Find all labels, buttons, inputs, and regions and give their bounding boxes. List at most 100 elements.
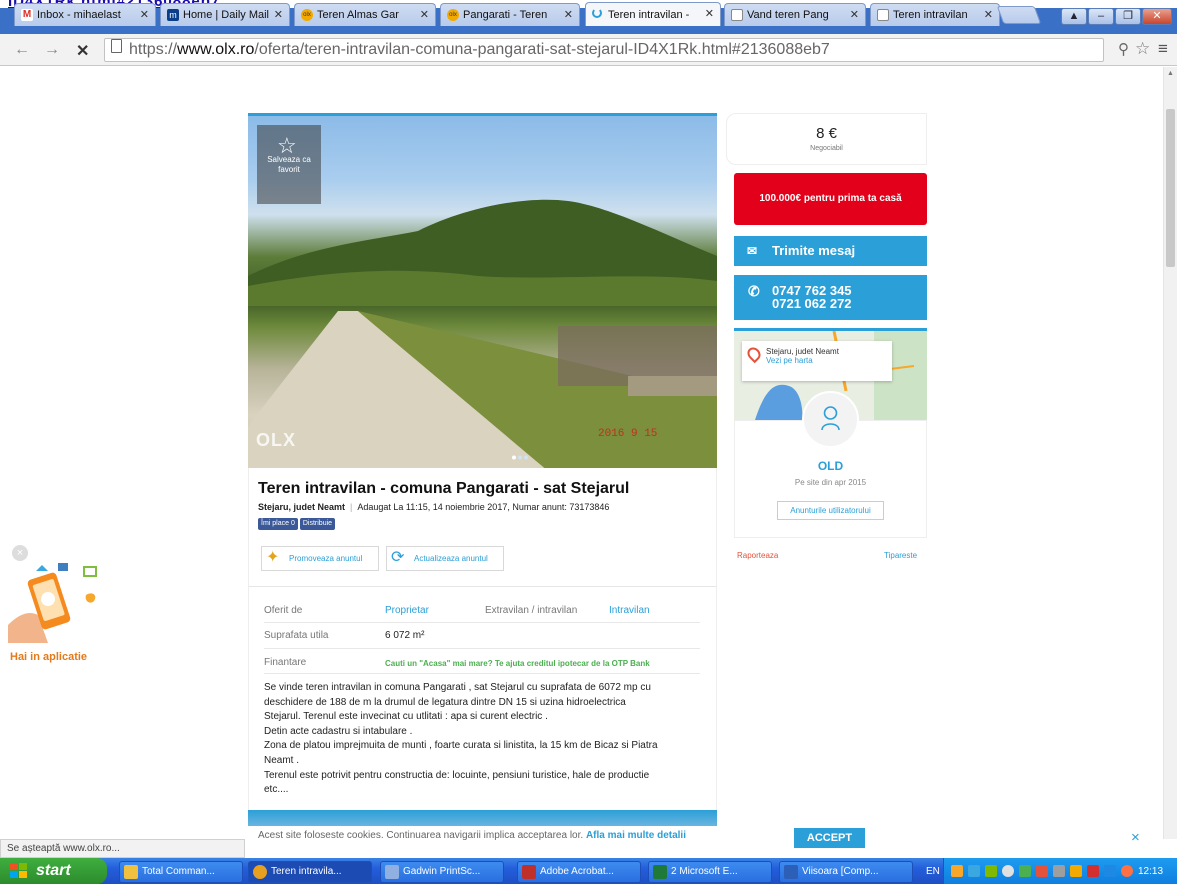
close-tab-icon[interactable]: ✕ bbox=[984, 8, 993, 21]
app-promo-label[interactable]: Hai in aplicatie bbox=[10, 651, 87, 663]
avatar[interactable] bbox=[802, 391, 859, 448]
zone-label: Extravilan / intravilan bbox=[485, 605, 578, 616]
close-tab-icon[interactable]: ✕ bbox=[705, 7, 714, 20]
tab-olx-pangarati[interactable]: olx Pangarati - Teren ✕ bbox=[440, 3, 580, 26]
tab-teren-intravilan-2[interactable]: Teren intravilan ✕ bbox=[870, 3, 1000, 26]
zone-value[interactable]: Intravilan bbox=[609, 605, 650, 616]
user-icon[interactable]: ▲ bbox=[1061, 8, 1087, 25]
mortgage-banner[interactable]: 100.000€ pentru prima ta casă bbox=[734, 173, 927, 225]
finance-link[interactable]: Cauti un "Acasa" mai mare? Te ajuta cred… bbox=[385, 659, 650, 668]
tray-icon[interactable] bbox=[968, 865, 980, 877]
cookie-text: Acest site foloseste cookies. Continuare… bbox=[258, 830, 686, 841]
tray-icon[interactable] bbox=[1121, 865, 1133, 877]
description-line: etc.... bbox=[264, 784, 289, 796]
close-tab-icon[interactable]: ✕ bbox=[564, 8, 573, 21]
save-favorite-button[interactable]: ☆ Salveaza ca favorit bbox=[257, 125, 321, 204]
cookie-details-link[interactable]: Afla mai multe detalii bbox=[586, 830, 686, 841]
photo-date-stamp: 2016 9 15 bbox=[598, 428, 658, 440]
start-button[interactable]: start bbox=[0, 858, 107, 884]
menu-icon[interactable]: ≡ bbox=[1158, 39, 1168, 59]
print-link[interactable]: Tipareste bbox=[884, 551, 917, 560]
tab-teren-intravilan-active[interactable]: Teren intravilan - ✕ bbox=[585, 2, 721, 26]
tab-label: Pangarati - Teren bbox=[463, 9, 548, 21]
zoom-icon[interactable]: ⚲ bbox=[1118, 40, 1129, 58]
scrollbar-thumb[interactable] bbox=[1166, 109, 1175, 267]
gmail-icon: M bbox=[21, 9, 33, 21]
scroll-up-icon[interactable]: ▲ bbox=[1167, 70, 1174, 77]
view-on-map-link[interactable]: Vezi pe harta bbox=[766, 356, 892, 365]
update-label: Actualizeaza anuntul bbox=[414, 554, 488, 563]
language-indicator[interactable]: EN bbox=[926, 862, 940, 882]
taskbar-total-commander[interactable]: Total Comman... bbox=[119, 861, 243, 883]
tray-icon[interactable] bbox=[1070, 865, 1082, 877]
cookie-accept-button[interactable]: ACCEPT bbox=[794, 828, 865, 848]
tray-icon[interactable] bbox=[1104, 865, 1116, 877]
maximize-button[interactable]: ❐ bbox=[1115, 8, 1141, 25]
tray-icon[interactable] bbox=[985, 865, 997, 877]
page-icon bbox=[111, 39, 122, 53]
taskbar-gadwin[interactable]: Gadwin PrintSc... bbox=[380, 861, 504, 883]
user-ads-button[interactable]: Anunturile utilizatorului bbox=[777, 501, 884, 520]
bookmark-star-icon[interactable]: ☆ bbox=[1135, 39, 1150, 59]
minimize-button[interactable]: – bbox=[1088, 8, 1114, 25]
tray-icon[interactable] bbox=[1053, 865, 1065, 877]
back-icon[interactable]: ← bbox=[14, 41, 30, 59]
photo-dots-icon[interactable] bbox=[511, 455, 529, 460]
app-promo-illustration[interactable] bbox=[8, 555, 104, 643]
close-tab-icon[interactable]: ✕ bbox=[850, 8, 859, 21]
close-icon[interactable]: × bbox=[1131, 829, 1140, 846]
url-domain: www.olx.ro bbox=[177, 41, 255, 58]
tab-label: Teren intravilan - bbox=[608, 8, 690, 21]
area-label: Suprafata utila bbox=[264, 630, 329, 641]
windows-logo-icon bbox=[10, 863, 27, 878]
stop-icon[interactable]: ✕ bbox=[76, 41, 89, 61]
facebook-like-button[interactable]: Îmi place 0 bbox=[258, 518, 298, 530]
taskbar-chrome[interactable]: Teren intravila... bbox=[248, 861, 372, 883]
browser-toolbar: ← → ✕ https://www.olx.ro/oferta/teren-in… bbox=[0, 34, 1177, 66]
taskbar-word[interactable]: Viisoara [Comp... bbox=[779, 861, 913, 883]
promote-ad-button[interactable]: ✦ Promoveaza anuntul bbox=[261, 546, 379, 571]
description-line: deschidere de 188 de m la drumul de lega… bbox=[264, 696, 626, 708]
taskbar-acrobat[interactable]: Adobe Acrobat... bbox=[517, 861, 641, 883]
phone-number-2: 0721 062 272 bbox=[772, 296, 852, 311]
divider bbox=[264, 648, 700, 649]
address-bar[interactable]: https://www.olx.ro/oferta/teren-intravil… bbox=[104, 38, 1104, 62]
tab-gmail[interactable]: M Inbox - mihaelast ✕ bbox=[14, 3, 156, 26]
kite-icon: ✦ bbox=[266, 549, 280, 566]
excel-icon bbox=[653, 865, 667, 879]
page-icon bbox=[731, 9, 743, 21]
close-tab-icon[interactable]: ✕ bbox=[274, 8, 283, 21]
finance-label: Finantare bbox=[264, 657, 307, 668]
olx-watermark: OLX bbox=[256, 430, 297, 450]
seller-name[interactable]: OLD bbox=[734, 459, 927, 473]
close-tab-icon[interactable]: ✕ bbox=[420, 8, 429, 21]
url-scheme: https:// bbox=[129, 41, 178, 58]
social-buttons: Îmi place 0 Distribuie bbox=[258, 518, 337, 536]
phone-button[interactable]: ✆ 0747 762 345 0721 062 272 bbox=[734, 275, 927, 320]
tray-icon[interactable] bbox=[951, 865, 963, 877]
taskbar-excel[interactable]: 2 Microsoft E... bbox=[648, 861, 772, 883]
tab-olx-almas[interactable]: olx Teren Almas Gar ✕ bbox=[294, 3, 436, 26]
refresh-icon: ⟳ bbox=[391, 549, 405, 566]
report-link[interactable]: Raporteaza bbox=[737, 551, 778, 560]
tab-label: Vand teren Pang bbox=[747, 9, 829, 21]
tray-icon[interactable] bbox=[1036, 865, 1048, 877]
separator: | bbox=[350, 502, 353, 512]
tray-icon[interactable] bbox=[1019, 865, 1031, 877]
tab-dailymail[interactable]: m Home | Daily Mail ✕ bbox=[160, 3, 290, 26]
map-location-card: Stejaru, judet Neamt Vezi pe harta bbox=[742, 341, 892, 381]
tab-vand-teren[interactable]: Vand teren Pang ✕ bbox=[724, 3, 866, 26]
tray-icon[interactable] bbox=[1002, 865, 1014, 877]
browser-status: Se așteaptă www.olx.ro... bbox=[0, 839, 245, 858]
tray-icon[interactable] bbox=[1087, 865, 1099, 877]
envelope-icon: ✉ bbox=[747, 244, 758, 258]
send-message-button[interactable]: ✉ Trimite mesaj bbox=[734, 236, 927, 266]
offered-by-value[interactable]: Proprietar bbox=[385, 605, 429, 616]
facebook-share-button[interactable]: Distribuie bbox=[299, 518, 336, 530]
task-label: Total Comman... bbox=[142, 866, 215, 877]
new-tab-button[interactable] bbox=[996, 6, 1042, 24]
forward-icon[interactable]: → bbox=[44, 41, 60, 59]
update-ad-button[interactable]: ⟳ Actualizeaza anuntul bbox=[386, 546, 504, 571]
close-tab-icon[interactable]: ✕ bbox=[140, 8, 149, 21]
close-window-button[interactable]: ✕ bbox=[1142, 8, 1172, 25]
